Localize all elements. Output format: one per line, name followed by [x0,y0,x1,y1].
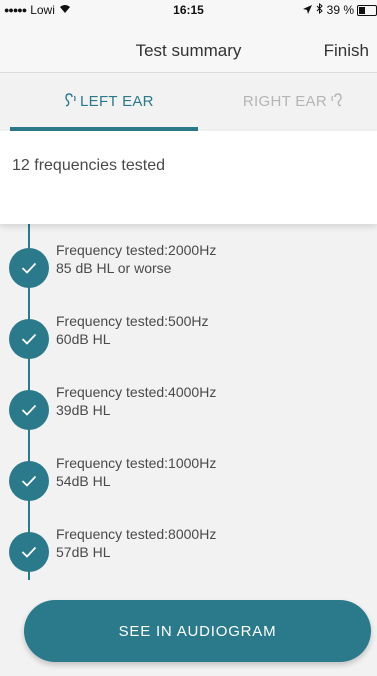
frequency-label: Frequency tested:2000Hz [56,242,217,258]
checkmark-icon [9,532,49,572]
checkmark-icon [9,248,49,288]
frequency-label: Frequency tested:1000Hz [56,455,217,471]
list-item[interactable]: Frequency tested:4000Hz 39dB HL [0,383,377,443]
frequency-level: 60dB HL [56,331,111,347]
frequency-level: 57dB HL [56,544,111,560]
tab-left-ear[interactable]: LEFT EAR [58,93,154,110]
summary-card: 12 frequencies tested [0,131,377,224]
frequency-level: 39dB HL [56,402,111,418]
frequency-label: Frequency tested:4000Hz [56,384,217,400]
frequency-label: Frequency tested:8000Hz [56,526,217,542]
tab-right-ear[interactable]: RIGHT EAR [243,93,349,110]
checkmark-icon [9,319,49,359]
frequency-info: Frequency tested:2000Hz 85 dB HL or wors… [56,241,216,277]
left-ear-icon [62,93,76,110]
list-item[interactable]: Frequency tested:500Hz 60dB HL [0,312,377,372]
frequency-level: 85 dB HL or worse [56,260,172,276]
checkmark-icon [9,390,49,430]
bluetooth-icon [316,2,323,17]
tab-left-ear-label: LEFT EAR [80,93,154,110]
frequency-level: 54dB HL [56,473,111,489]
frequencies-tested-count: 12 frequencies tested [12,157,165,174]
status-bar: ●●●●● Lowi 16:15 39 % [0,0,377,20]
cta-bar: SEE IN AUDIOGRAM [0,582,377,676]
battery-percentage: 39 % [326,3,354,17]
checkmark-icon [9,461,49,501]
frequency-info: Frequency tested:8000Hz 57dB HL [56,525,216,561]
list-item[interactable]: Frequency tested:8000Hz 57dB HL [0,525,377,585]
tab-right-ear-label: RIGHT EAR [242,93,327,110]
list-item[interactable]: Frequency tested:2000Hz 85 dB HL or wors… [0,241,377,301]
frequency-info: Frequency tested:1000Hz 54dB HL [56,454,216,490]
page-title: Test summary [135,41,242,60]
battery-icon [357,4,377,16]
list-item[interactable]: Frequency tested:1000Hz 54dB HL [0,454,377,514]
frequency-label: Frequency tested:500Hz [56,313,209,329]
frequency-info: Frequency tested:4000Hz 39dB HL [56,383,216,419]
finish-button[interactable]: Finish [324,41,369,61]
see-in-audiogram-button[interactable]: SEE IN AUDIOGRAM [24,600,371,662]
frequency-info: Frequency tested:500Hz 60dB HL [56,312,209,348]
navigation-bar: Test summary Finish [0,20,377,73]
right-ear-icon [331,93,345,110]
ear-tabs: LEFT EAR RIGHT EAR [0,73,377,131]
location-arrow-icon [302,3,312,17]
